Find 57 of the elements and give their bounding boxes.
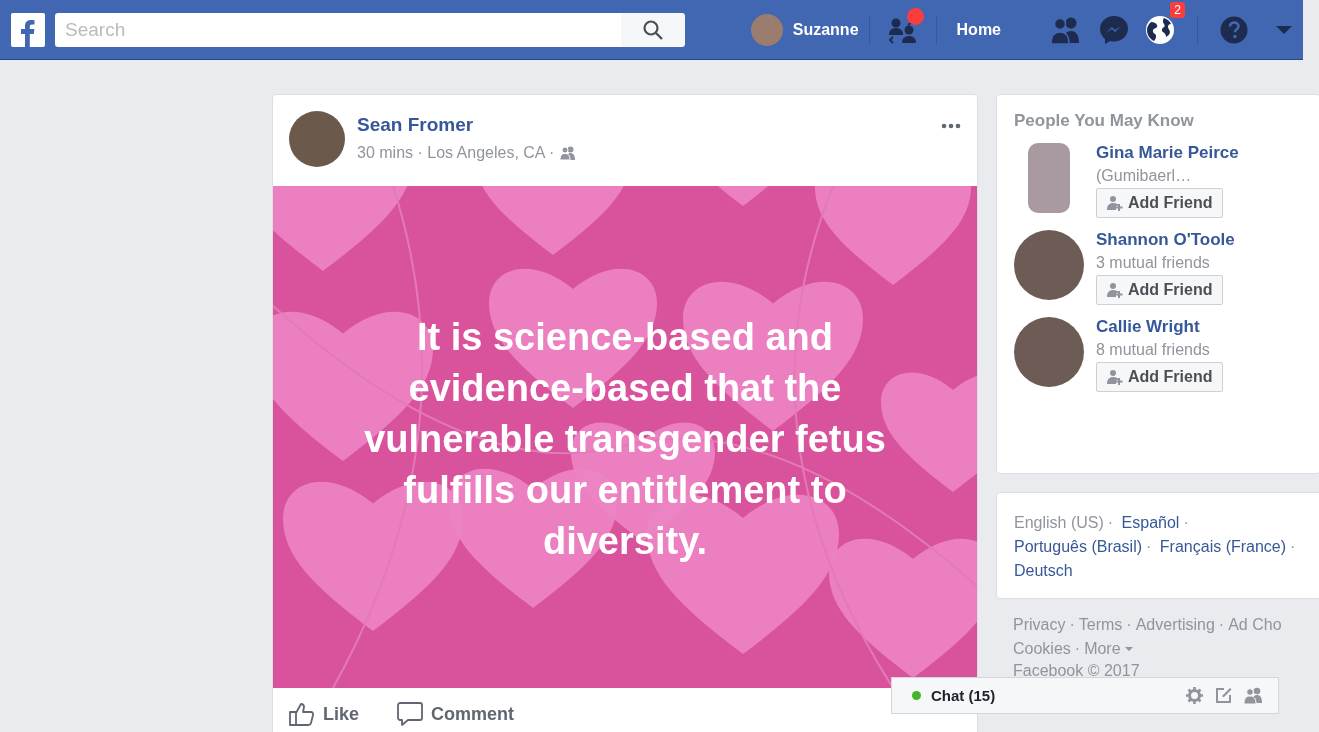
chat-label: Chat (15) [931, 687, 996, 704]
help-icon[interactable] [1220, 15, 1248, 44]
person-detail: (Gumibaerl… [1096, 167, 1193, 185]
globe-icon[interactable] [1145, 14, 1175, 45]
profile-avatar[interactable] [750, 13, 783, 46]
search-field[interactable]: Search [55, 12, 621, 47]
person-name-link[interactable]: Callie Wright [1096, 317, 1200, 337]
separator-dot: · [1069, 615, 1075, 635]
thumbs-up-icon [289, 702, 315, 726]
language-link[interactable]: Español [1121, 514, 1180, 531]
compose-button[interactable] [1215, 687, 1232, 704]
caret-icon[interactable] [1276, 24, 1292, 35]
person-name-link[interactable]: Shannon O'Toole [1096, 230, 1235, 250]
add-friend-button[interactable]: Add Friend [1096, 188, 1224, 218]
language-link[interactable]: Português (Brasil) [1014, 538, 1143, 555]
separator-dot: · [1183, 514, 1189, 531]
add-friend-button[interactable]: Add Friend [1096, 362, 1224, 392]
comment-button[interactable]: Comment [397, 702, 515, 726]
home-link[interactable]: Home [956, 20, 1001, 39]
caret-icon[interactable] [1124, 647, 1133, 651]
author-avatar[interactable] [289, 111, 345, 167]
person-name-link[interactable]: Gina Marie Peirce [1096, 143, 1239, 163]
separator-dot: · [1126, 615, 1132, 635]
add-person-icon [1107, 369, 1123, 385]
separator-dot: · [1290, 538, 1296, 555]
chat-bar[interactable]: Chat (15) [891, 677, 1279, 714]
language-link[interactable]: Deutsch [1014, 562, 1073, 579]
separator-dot: · [1146, 538, 1152, 555]
speech-bubble-icon [397, 702, 424, 726]
post-text: It is science-based and evidence-based that the vulnerable transgender fetus fulfills our entitlement to diversity. [363, 315, 887, 564]
language-link[interactable]: Français (France) [1159, 538, 1287, 555]
more-options-icon [941, 123, 961, 129]
person-detail: 3 mutual friends [1096, 254, 1211, 272]
separator-dot: · [1107, 514, 1114, 531]
add-person-icon [1107, 195, 1123, 211]
notification-badge: 2 [1170, 1, 1185, 18]
separator-dot: · [1074, 639, 1081, 659]
post-meta: 30 mins · Los Angeles, CA · [357, 144, 555, 162]
like-button[interactable]: Like [289, 702, 360, 726]
separator-dot: · [1218, 615, 1225, 635]
section-title: People You May Know [1014, 111, 1195, 131]
search-button[interactable] [621, 12, 685, 47]
add-friend-button[interactable]: Add Friend [1096, 275, 1224, 305]
person-photo[interactable] [1028, 143, 1070, 213]
new-group-button[interactable] [1244, 687, 1264, 704]
people-icon [1244, 687, 1264, 704]
logo-icon[interactable] [11, 12, 45, 47]
compose-icon [1215, 687, 1232, 704]
settings-button[interactable] [1186, 687, 1203, 704]
friends-audience-icon [560, 146, 577, 160]
person-detail: 8 mutual friends [1096, 341, 1211, 359]
messenger-icon[interactable] [1099, 14, 1129, 45]
profile-name-link[interactable]: Suzanne [792, 20, 859, 39]
search-icon [643, 19, 663, 40]
author-name-link[interactable]: Sean Fromer [357, 114, 474, 136]
add-person-icon [1107, 282, 1123, 298]
settings-icon [1186, 687, 1203, 704]
